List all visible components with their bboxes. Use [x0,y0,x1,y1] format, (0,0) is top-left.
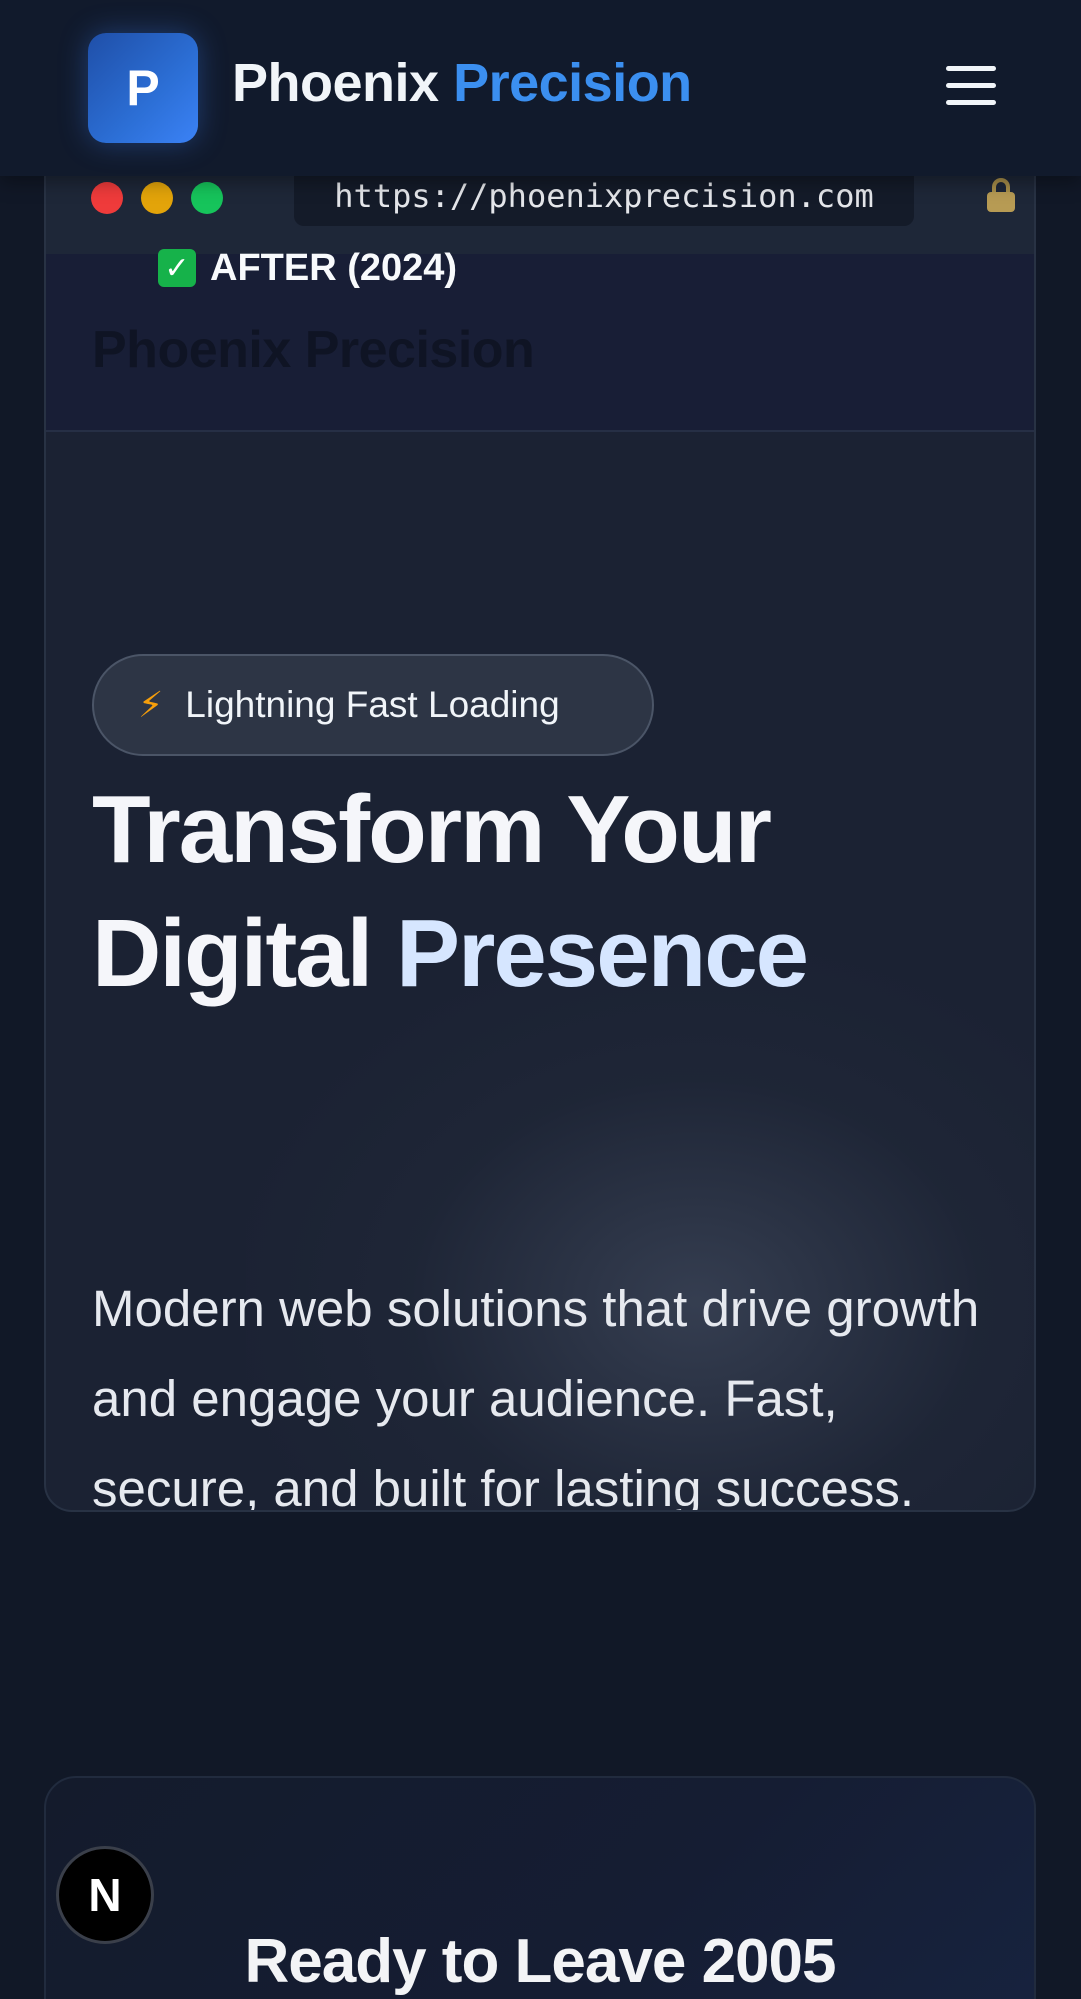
n-badge-letter: N [88,1869,122,1921]
browser-mockup: https://phoenixprecision.com Phoenix Pre… [44,150,1036,1512]
feature-pill-text: Lightning Fast Loading [185,684,560,725]
maximize-dot-icon [191,182,223,214]
cta-section: Ready to Leave 2005 [44,1776,1036,1999]
inner-brand-name: Phoenix Precision [92,321,535,379]
hero-title-line1: Transform Your [92,776,772,883]
close-dot-icon [91,182,123,214]
hero-title: Transform Your Digital Presence [92,768,992,1016]
brand-name[interactable]: Phoenix Precision [232,52,692,114]
hero-title-highlight: Presence [396,900,809,1007]
feature-pill[interactable]: ⚡ Lightning Fast Loading [92,654,654,756]
lightning-bolt-icon: ⚡ [138,684,164,725]
after-label-text: AFTER (2024) [210,246,458,289]
site-header: P Phoenix Precision [0,0,1081,176]
logo-letter: P [126,60,160,116]
brand-second-word: Precision [453,53,692,113]
brand-first-word: Phoenix [232,53,439,113]
hamburger-menu-icon[interactable] [940,62,1000,110]
cta-title: Ready to Leave 2005 [244,1927,836,1996]
check-mark-icon: ✓ [158,249,196,287]
n-logo-badge-icon[interactable]: N [56,1846,154,1944]
minimize-dot-icon [141,182,173,214]
lock-icon [986,178,1016,214]
hero-title-line2-a: Digital [92,900,373,1007]
hero-description: Modern web solutions that drive growth a… [92,1280,980,1512]
after-label: ✓ AFTER (2024) [117,238,559,348]
logo-icon[interactable]: P [88,33,198,143]
